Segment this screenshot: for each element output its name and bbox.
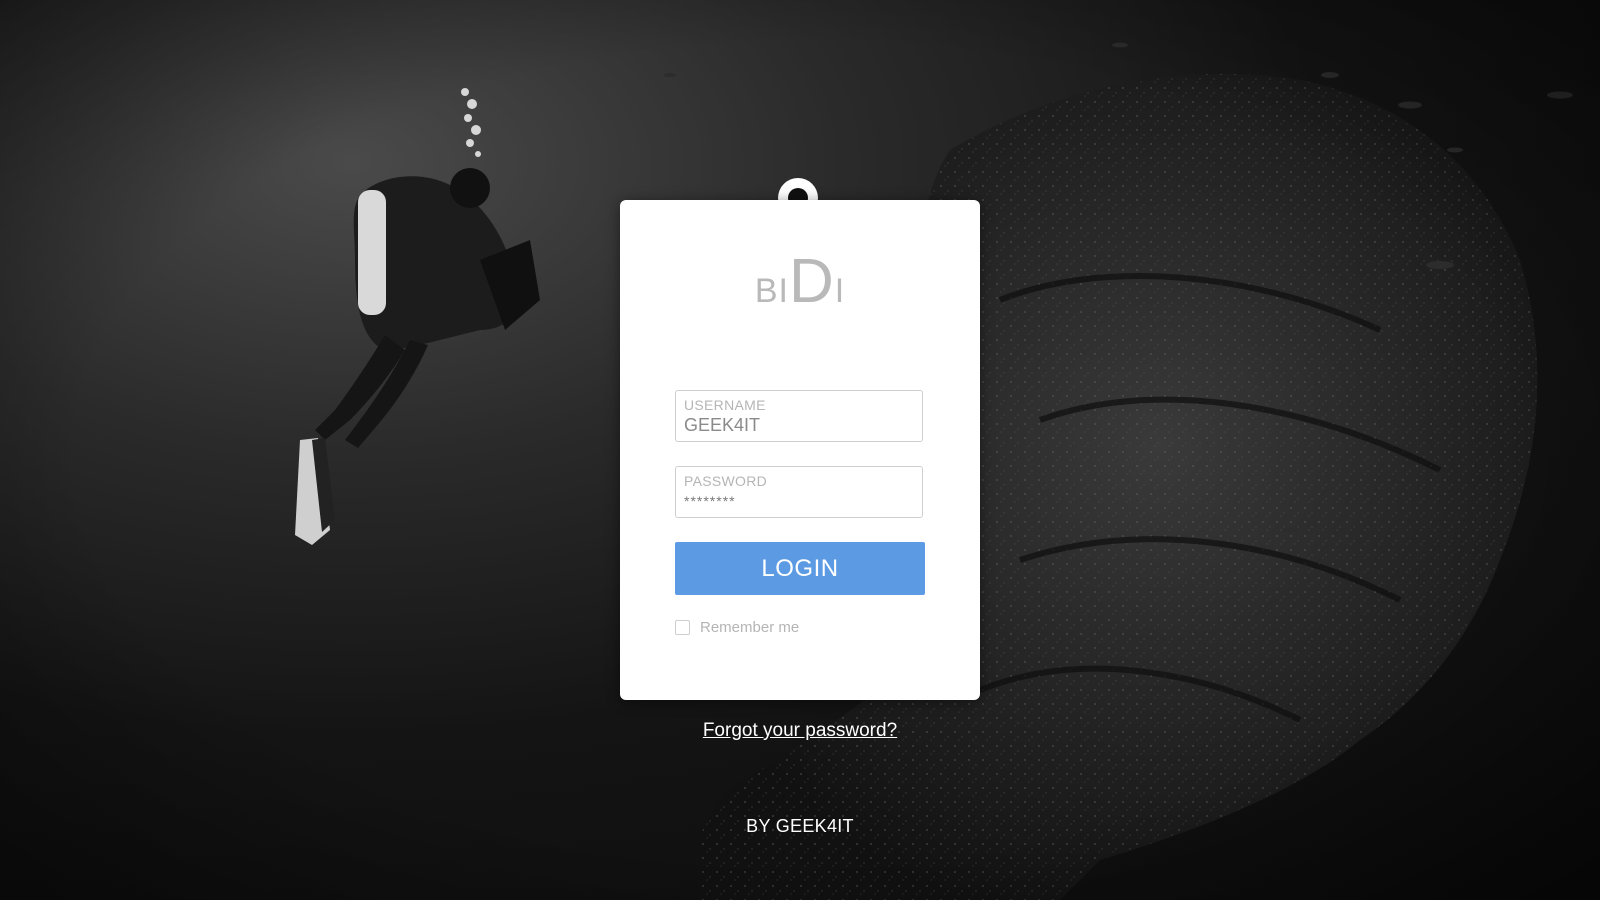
password-input[interactable] (684, 489, 912, 513)
remember-me-checkbox[interactable] (675, 619, 690, 635)
username-field[interactable]: USERNAME (675, 390, 923, 442)
username-input[interactable] (684, 413, 912, 437)
login-card: BIDI USERNAME PASSWORD LOGIN Remember me (620, 200, 980, 700)
password-field[interactable]: PASSWORD (675, 466, 923, 518)
footer-credit: BY GEEK4IT (746, 816, 854, 836)
remember-me-label[interactable]: Remember me (700, 619, 799, 636)
logo-left-letters: BI (754, 272, 789, 310)
bidi-logo: BIDI (620, 246, 980, 317)
logo-right-letter: I (834, 272, 846, 310)
login-page: BIDI USERNAME PASSWORD LOGIN Remember me… (0, 0, 1600, 900)
logo-center-letter: D (788, 247, 835, 316)
username-label: USERNAME (684, 397, 766, 413)
login-button[interactable]: LOGIN (675, 542, 925, 595)
forgot-password-link[interactable]: Forgot your password? (620, 720, 980, 742)
remember-me-option[interactable]: Remember me (675, 618, 799, 636)
password-label: PASSWORD (684, 473, 768, 489)
